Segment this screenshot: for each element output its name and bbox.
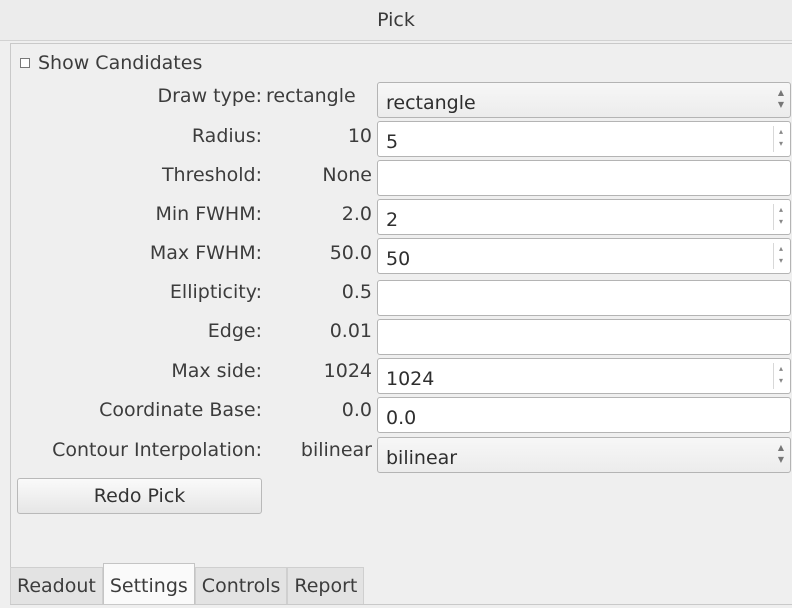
spin-arrows-icon[interactable]: ▴ ▾ [776, 363, 786, 389]
contour-interpolation-selected: bilinear [386, 447, 458, 469]
threshold-value: None [322, 164, 372, 186]
max-fwhm-input-value: 50 [386, 248, 411, 270]
updown-arrows-icon: ▲ ▼ [777, 88, 785, 109]
coordinate-base-input-value: 0.0 [386, 407, 417, 429]
radius-input-value: 5 [386, 131, 399, 153]
draw-type-label: Draw type: [157, 85, 262, 107]
coordinate-base-input[interactable]: 0.0 [377, 397, 791, 433]
edge-label: Edge: [207, 320, 262, 342]
min-fwhm-input-value: 2 [386, 209, 399, 231]
ellipticity-input[interactable] [377, 280, 791, 316]
max-fwhm-value: 50.0 [329, 242, 372, 264]
contour-interpolation-label: Contour Interpolation: [52, 439, 262, 461]
max-fwhm-label: Max FWHM: [149, 242, 262, 264]
draw-type-selected: rectangle [386, 92, 476, 114]
max-side-label: Max side: [171, 360, 262, 382]
radius-value: 10 [347, 125, 372, 147]
spin-arrows-icon[interactable]: ▴ ▾ [776, 243, 786, 269]
show-candidates-label: Show Candidates [38, 52, 203, 74]
spin-arrows-icon[interactable]: ▴ ▾ [776, 204, 786, 230]
tab-settings[interactable]: Settings [102, 563, 195, 604]
edge-input[interactable] [377, 319, 791, 355]
min-fwhm-label: Min FWHM: [155, 203, 262, 225]
contour-interpolation-value: bilinear [300, 439, 372, 461]
tab-bar: Readout Settings Controls Report [10, 560, 365, 604]
tab-report[interactable]: Report [287, 567, 365, 604]
threshold-input[interactable] [377, 160, 791, 196]
max-side-value: 1024 [323, 360, 372, 382]
ellipticity-value: 0.5 [341, 281, 372, 303]
radius-spinbox[interactable]: 5 ▴ ▾ [377, 121, 791, 157]
window-title: Pick [0, 0, 792, 41]
max-side-spinbox[interactable]: 1024 ▴ ▾ [377, 358, 791, 394]
spin-arrows-icon[interactable]: ▴ ▾ [776, 126, 786, 152]
show-candidates-checkbox[interactable]: Show Candidates [20, 50, 202, 76]
tab-controls[interactable]: Controls [194, 567, 288, 604]
ellipticity-label: Ellipticity: [169, 281, 262, 303]
updown-arrows-icon: ▲ ▼ [777, 443, 785, 464]
coordinate-base-value: 0.0 [341, 399, 372, 421]
threshold-label: Threshold: [161, 164, 262, 186]
radius-label: Radius: [191, 125, 262, 147]
redo-pick-button[interactable]: Redo Pick [17, 478, 262, 514]
max-fwhm-spinbox[interactable]: 50 ▴ ▾ [377, 238, 791, 274]
contour-interpolation-combobox[interactable]: bilinear ▲ ▼ [377, 437, 791, 473]
checkbox-box[interactable] [20, 58, 30, 68]
draw-type-combobox[interactable]: rectangle ▲ ▼ [377, 82, 791, 118]
coordinate-base-label: Coordinate Base: [99, 399, 262, 421]
tab-readout[interactable]: Readout [10, 567, 103, 604]
edge-value: 0.01 [329, 320, 372, 342]
min-fwhm-spinbox[interactable]: 2 ▴ ▾ [377, 199, 791, 235]
max-side-input-value: 1024 [386, 368, 435, 390]
draw-type-value: rectangle [266, 85, 356, 107]
min-fwhm-value: 2.0 [341, 203, 372, 225]
